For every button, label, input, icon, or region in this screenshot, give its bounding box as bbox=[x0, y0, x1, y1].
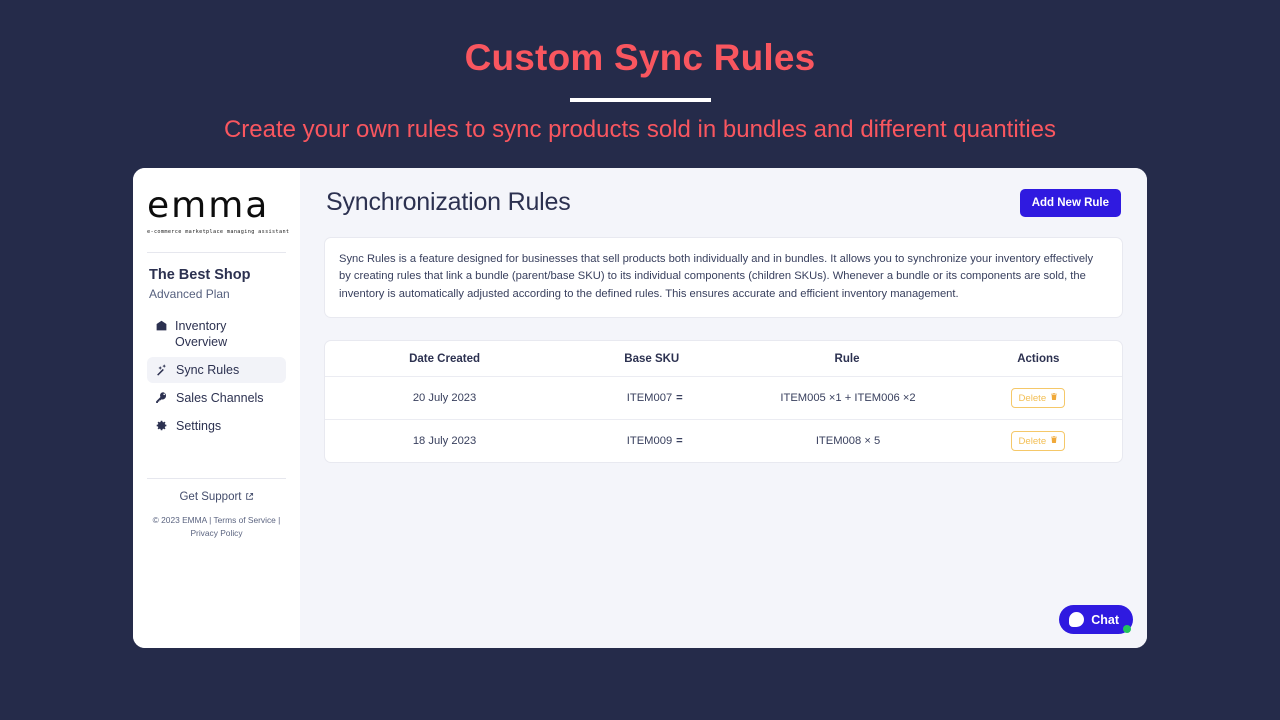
equals-sign: = bbox=[676, 435, 683, 447]
rules-table: Date Created Base SKU Rule Actions 20 Ju… bbox=[325, 341, 1122, 462]
sidebar-item-inventory-overview[interactable]: Inventory Overview bbox=[147, 313, 286, 355]
sidebar-footer: Get Support © 2023 EMMA | Terms of Servi… bbox=[147, 467, 286, 540]
column-header-date-created: Date Created bbox=[325, 341, 564, 377]
table-row: 20 July 2023 ITEM007 = ITEM005 ×1 + ITEM0… bbox=[325, 377, 1122, 420]
cell-base-sku: ITEM007 = bbox=[564, 377, 739, 420]
cell-base-sku: ITEM009 = bbox=[564, 420, 739, 463]
promo-header: Custom Sync Rules Create your own rules … bbox=[0, 0, 1280, 144]
delete-rule-button[interactable]: Delete bbox=[1011, 388, 1065, 408]
table-row: 18 July 2023 ITEM009 = ITEM008 × 5 Delete bbox=[325, 420, 1122, 463]
get-support-link[interactable]: Get Support bbox=[147, 479, 286, 504]
sidebar-item-sync-rules[interactable]: Sync Rules bbox=[147, 357, 286, 383]
terms-of-service-link[interactable]: Terms of Service bbox=[213, 515, 275, 525]
table-header-row: Date Created Base SKU Rule Actions bbox=[325, 341, 1122, 377]
page-title: Synchronization Rules bbox=[326, 188, 571, 217]
sidebar-item-sales-channels[interactable]: Sales Channels bbox=[147, 385, 286, 411]
chat-widget-label: Chat bbox=[1091, 613, 1119, 627]
rules-table-body: 20 July 2023 ITEM007 = ITEM005 ×1 + ITEM0… bbox=[325, 377, 1122, 463]
warehouse-icon bbox=[154, 318, 168, 334]
column-header-rule: Rule bbox=[739, 341, 954, 377]
sidebar-item-settings[interactable]: Settings bbox=[147, 413, 286, 439]
app-logo: emma e-commerce marketplace managing ass… bbox=[147, 180, 286, 241]
info-text: Sync Rules is a feature designed for bus… bbox=[339, 251, 1108, 303]
delete-rule-button[interactable]: Delete bbox=[1011, 431, 1065, 451]
gear-icon bbox=[154, 418, 168, 434]
trash-icon bbox=[1050, 435, 1058, 447]
base-sku-value: ITEM009 bbox=[627, 435, 672, 447]
sidebar: emma e-commerce marketplace managing ass… bbox=[133, 168, 300, 648]
external-link-icon bbox=[245, 492, 254, 504]
cell-rule: ITEM008 × 5 bbox=[739, 420, 954, 463]
chat-widget-button[interactable]: Chat bbox=[1059, 605, 1133, 634]
shop-name: The Best Shop bbox=[149, 266, 284, 285]
legal-text: © 2023 EMMA | Terms of Service | Privacy… bbox=[147, 514, 286, 540]
promo-subtitle: Create your own rules to sync products s… bbox=[0, 116, 1280, 145]
cell-rule: ITEM005 ×1 + ITEM006 ×2 bbox=[739, 377, 954, 420]
base-sku-value: ITEM007 bbox=[627, 392, 672, 404]
shop-info: The Best Shop Advanced Plan bbox=[147, 253, 286, 301]
promo-divider bbox=[570, 98, 711, 102]
equals-sign: = bbox=[676, 392, 683, 404]
rules-table-card: Date Created Base SKU Rule Actions 20 Ju… bbox=[324, 340, 1123, 463]
main-header: Synchronization Rules Add New Rule bbox=[324, 188, 1123, 217]
sidebar-item-label: Sales Channels bbox=[176, 390, 279, 406]
copyright-text: © 2023 EMMA bbox=[153, 515, 207, 525]
add-new-rule-button[interactable]: Add New Rule bbox=[1020, 189, 1121, 217]
info-card: Sync Rules is a feature designed for bus… bbox=[324, 237, 1123, 318]
logo-wordmark: emma bbox=[147, 188, 286, 224]
key-icon bbox=[154, 390, 168, 406]
online-status-dot bbox=[1123, 625, 1131, 633]
cell-date-created: 20 July 2023 bbox=[325, 377, 564, 420]
delete-button-label: Delete bbox=[1018, 436, 1046, 447]
column-header-actions: Actions bbox=[955, 341, 1122, 377]
promo-title: Custom Sync Rules bbox=[0, 38, 1280, 79]
sidebar-item-label: Inventory Overview bbox=[175, 318, 279, 350]
get-support-label: Get Support bbox=[179, 491, 241, 503]
cell-actions: Delete bbox=[955, 377, 1122, 420]
legal-separator-1: | bbox=[209, 515, 211, 525]
column-header-base-sku: Base SKU bbox=[564, 341, 739, 377]
trash-icon bbox=[1050, 392, 1058, 404]
privacy-policy-link[interactable]: Privacy Policy bbox=[190, 528, 242, 538]
shop-plan: Advanced Plan bbox=[149, 287, 284, 301]
sidebar-nav: Inventory Overview Sync Rules bbox=[147, 313, 286, 441]
rules-table-head: Date Created Base SKU Rule Actions bbox=[325, 341, 1122, 377]
cell-date-created: 18 July 2023 bbox=[325, 420, 564, 463]
magic-wand-icon bbox=[154, 362, 168, 378]
logo-tagline: e-commerce marketplace managing assistan… bbox=[147, 229, 286, 235]
sidebar-item-label: Sync Rules bbox=[176, 362, 279, 378]
cell-actions: Delete bbox=[955, 420, 1122, 463]
chat-bubble-icon bbox=[1069, 612, 1084, 627]
delete-button-label: Delete bbox=[1018, 393, 1046, 404]
app-window: emma e-commerce marketplace managing ass… bbox=[133, 168, 1147, 648]
legal-separator-2: | bbox=[278, 515, 280, 525]
sidebar-item-label: Settings bbox=[176, 418, 279, 434]
main-content: Synchronization Rules Add New Rule Sync … bbox=[300, 168, 1147, 648]
